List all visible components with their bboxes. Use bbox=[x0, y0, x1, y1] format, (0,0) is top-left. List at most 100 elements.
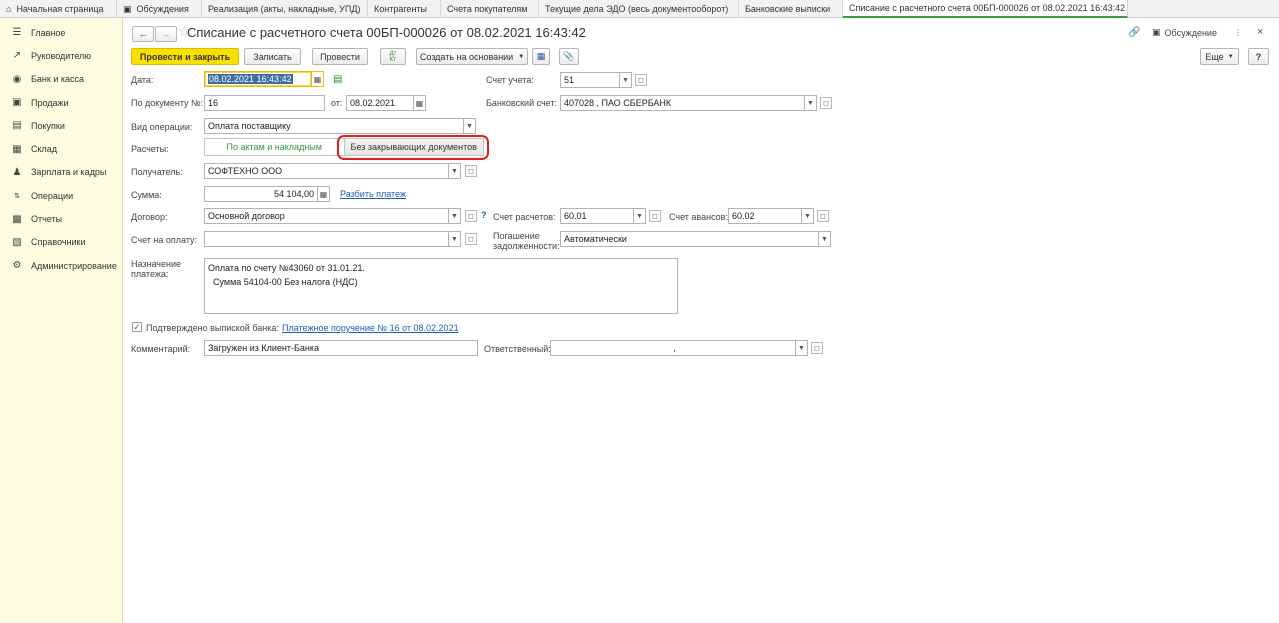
advance-account-label: Счет авансов: bbox=[669, 212, 728, 222]
purpose-line1: Оплата по счету №43060 от 31.01.21. bbox=[208, 263, 366, 273]
tab-current-document[interactable]: Списание с расчетного счета 00БП-000026 … bbox=[843, 0, 1128, 18]
op-type-field[interactable]: Оплата поставщику bbox=[204, 118, 464, 134]
discussion-button[interactable]: ▣ Обсуждение bbox=[1152, 27, 1217, 38]
confirmed-checkbox[interactable]: ✓ bbox=[132, 322, 142, 332]
recipient-open-button[interactable]: ◻ bbox=[465, 165, 477, 177]
settle-account-open-button[interactable]: ◻ bbox=[649, 210, 661, 222]
purpose-textarea[interactable]: Оплата по счету №43060 от 31.01.21. Сумм… bbox=[204, 258, 678, 314]
tab-label: Контрагенты bbox=[374, 4, 428, 14]
sidebar-item-warehouse[interactable]: ▦ Склад bbox=[0, 137, 122, 160]
contract-field[interactable]: Основной договор bbox=[204, 208, 449, 224]
contract-dropdown[interactable]: ▼ bbox=[449, 208, 461, 224]
save-button[interactable]: Записать bbox=[244, 48, 301, 65]
sidebar-item-main[interactable]: ☰ Главное bbox=[0, 21, 122, 44]
warehouse-icon: ▦ bbox=[12, 143, 22, 155]
responsible-label: Ответственный: bbox=[484, 344, 551, 354]
doc-number-field[interactable]: 16 bbox=[204, 95, 325, 111]
chat-icon: ▣ bbox=[1152, 27, 1161, 37]
doc-number-label: По документу №: bbox=[131, 98, 204, 108]
bank-account-field[interactable]: 407028 , ПАО СБЕРБАНК bbox=[560, 95, 805, 111]
help-question-icon[interactable]: ? bbox=[481, 210, 487, 220]
doc-date-calendar-button[interactable]: ▦ bbox=[414, 95, 426, 111]
sidebar-item-sales[interactable]: ▣ Продажи bbox=[0, 91, 122, 114]
bag-icon: ▣ bbox=[12, 97, 22, 109]
responsible-open-button[interactable]: ◻ bbox=[811, 342, 823, 354]
settle-account-field[interactable]: 60.01 bbox=[560, 208, 634, 224]
recipient-dropdown[interactable]: ▼ bbox=[449, 163, 461, 179]
chevron-down-icon: ▼ bbox=[798, 344, 805, 352]
print-button[interactable]: ▦ bbox=[532, 48, 550, 65]
debt-label-line1: Погашение bbox=[493, 231, 540, 241]
advance-account-field[interactable]: 60.02 bbox=[728, 208, 802, 224]
invoice-field[interactable] bbox=[204, 231, 449, 247]
calc-icon[interactable]: ▤ bbox=[333, 74, 342, 85]
sidebar-item-label: Зарплата и кадры bbox=[31, 167, 107, 178]
account-open-button[interactable]: ◻ bbox=[635, 74, 647, 86]
more-dots-icon[interactable]: ⋮ bbox=[1234, 28, 1242, 37]
op-type-dropdown[interactable]: ▼ bbox=[464, 118, 476, 134]
tab-bank-statements[interactable]: Банковские выписки bbox=[739, 0, 843, 18]
settle-by-acts-option[interactable]: По актам и накладным bbox=[205, 139, 344, 155]
bank-account-dropdown[interactable]: ▼ bbox=[805, 95, 817, 111]
sidebar-item-manager[interactable]: ↗ Руководителю bbox=[0, 44, 122, 67]
bank-account-open-button[interactable]: ◻ bbox=[820, 97, 832, 109]
sidebar-item-payroll[interactable]: ♟ Зарплата и кадры bbox=[0, 161, 122, 184]
tab-invoices[interactable]: Счета покупателям bbox=[441, 0, 539, 18]
chevron-down-icon: ▼ bbox=[804, 212, 811, 220]
tab-label: Обсуждения bbox=[136, 4, 189, 14]
doc-date-field[interactable]: 08.02.2021 bbox=[346, 95, 414, 111]
sidebar-item-bank[interactable]: ◉ Банк и касса bbox=[0, 68, 122, 91]
sidebar-item-reports[interactable]: ▩ Отчеты bbox=[0, 207, 122, 230]
tab-bar: ⌂ Начальная страница ▣ Обсуждения Реализ… bbox=[0, 0, 1279, 18]
sidebar-item-purchases[interactable]: ▤ Покупки bbox=[0, 114, 122, 137]
advance-account-open-button[interactable]: ◻ bbox=[817, 210, 829, 222]
sidebar-item-operations[interactable]: ⇅ Операции bbox=[0, 184, 122, 207]
date-field[interactable]: 08.02.2021 16:43:42 bbox=[204, 71, 312, 87]
tab-label: Текущие дела ЭДО (весь документооборот) bbox=[545, 4, 729, 14]
dt-kt-icon: ⇅ bbox=[14, 192, 20, 200]
back-button[interactable]: ← bbox=[132, 26, 154, 42]
split-payment-link[interactable]: Разбить платеж bbox=[340, 189, 406, 199]
op-type-label: Вид операции: bbox=[131, 122, 193, 132]
account-field[interactable]: 51 bbox=[560, 72, 620, 88]
link-icon[interactable]: 🔗 bbox=[1128, 27, 1140, 38]
responsible-field[interactable]: , bbox=[550, 340, 796, 356]
debt-repayment-field[interactable]: Автоматически bbox=[560, 231, 819, 247]
forward-button[interactable]: → bbox=[155, 26, 177, 42]
post-button[interactable]: Провести bbox=[312, 48, 368, 65]
recipient-field[interactable]: СОФТЕХНО ООО bbox=[204, 163, 449, 179]
attach-button[interactable]: 📎 bbox=[559, 48, 579, 65]
dt-kt-button[interactable]: Дт Кт bbox=[380, 48, 406, 65]
tab-discussions[interactable]: ▣ Обсуждения bbox=[117, 0, 202, 18]
contract-open-button[interactable]: ◻ bbox=[465, 210, 477, 222]
comment-field[interactable]: Загружен из Клиент-Банка bbox=[204, 340, 478, 356]
debt-repayment-dropdown[interactable]: ▼ bbox=[819, 231, 831, 247]
calendar-button[interactable]: ▦ bbox=[312, 71, 324, 87]
post-and-close-button[interactable]: Провести и закрыть bbox=[131, 48, 239, 65]
responsible-dropdown[interactable]: ▼ bbox=[796, 340, 808, 356]
sidebar-item-label: Склад bbox=[31, 144, 58, 155]
invoice-open-button[interactable]: ◻ bbox=[465, 233, 477, 245]
account-label: Счет учета: bbox=[486, 75, 534, 85]
tab-sales[interactable]: Реализация (акты, накладные, УПД) bbox=[202, 0, 368, 18]
advance-account-dropdown[interactable]: ▼ bbox=[802, 208, 814, 224]
sidebar-item-label: Операции bbox=[31, 190, 74, 201]
tab-counterparties[interactable]: Контрагенты bbox=[368, 0, 441, 18]
calculator-button[interactable]: ▦ bbox=[318, 186, 330, 202]
paperclip-icon: 📎 bbox=[563, 51, 575, 61]
more-button[interactable]: Еще ▼ bbox=[1200, 48, 1239, 65]
payment-order-link[interactable]: Платежное поручение № 16 от 08.02.2021 bbox=[282, 323, 459, 333]
settle-account-dropdown[interactable]: ▼ bbox=[634, 208, 646, 224]
account-dropdown[interactable]: ▼ bbox=[620, 72, 632, 88]
sidebar-item-label: Покупки bbox=[31, 120, 65, 131]
help-button[interactable]: ? bbox=[1248, 48, 1269, 65]
tab-edo[interactable]: Текущие дела ЭДО (весь документооборот) bbox=[539, 0, 739, 18]
bank-account-label: Банковский счет: bbox=[486, 98, 558, 108]
tab-home[interactable]: ⌂ Начальная страница bbox=[0, 0, 117, 18]
sidebar-item-directories[interactable]: ▧ Справочники bbox=[0, 231, 122, 254]
close-icon[interactable]: × bbox=[1257, 26, 1263, 38]
sidebar-item-admin[interactable]: ⚙ Администрирование bbox=[0, 254, 122, 277]
invoice-dropdown[interactable]: ▼ bbox=[449, 231, 461, 247]
amount-field[interactable]: 54 104,00 bbox=[204, 186, 318, 202]
create-based-on-button[interactable]: Создать на основании ▼ bbox=[416, 48, 528, 65]
